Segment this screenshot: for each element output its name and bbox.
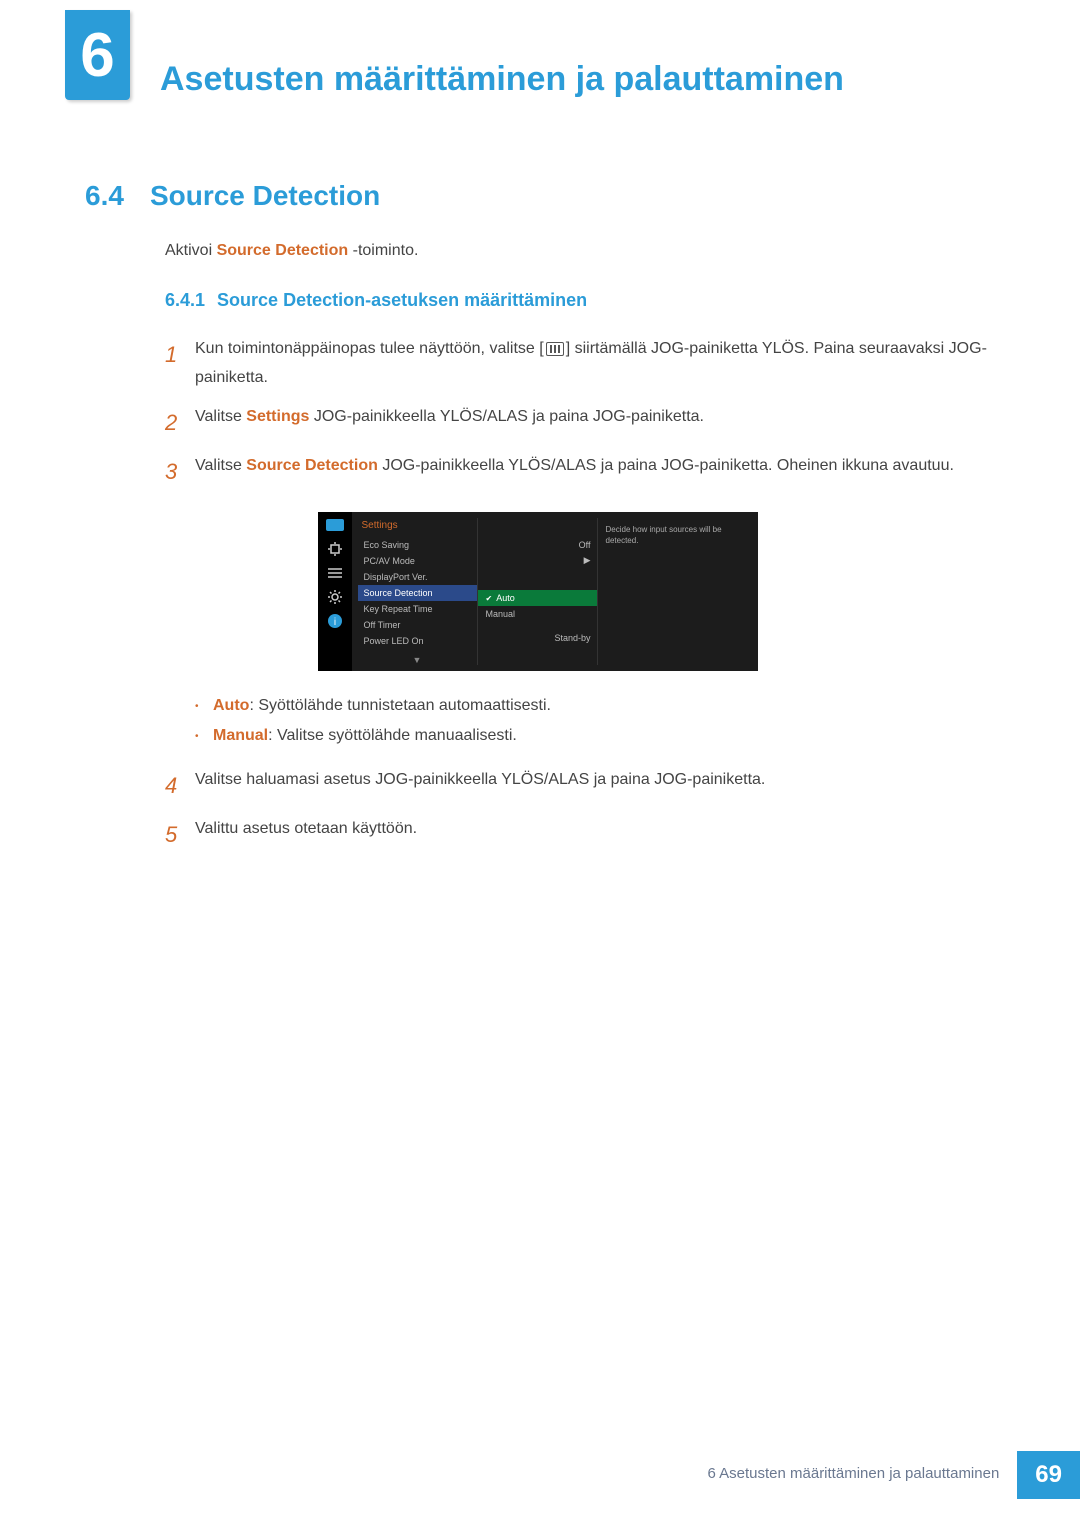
- step-highlight: Settings: [246, 408, 309, 425]
- steps-list: 1 Kun toimintonäppäinopas tulee näyttöön…: [165, 335, 1010, 492]
- subsection-heading: 6.4.1 Source Detection-asetuksen määrittä…: [165, 290, 1010, 311]
- footer-chapter-ref: 6 Asetusten määrittäminen ja palauttamin…: [689, 1451, 1017, 1499]
- step-body: Valitse Settings JOG-painikkeella YLÖS/A…: [195, 403, 1010, 443]
- chevron-down-icon: ▼: [358, 649, 477, 665]
- page-number: 69: [1017, 1451, 1080, 1499]
- step-highlight: Source Detection: [246, 457, 378, 474]
- osd-title: Settings: [358, 518, 477, 537]
- osd-value-led: Stand-by: [554, 633, 590, 649]
- intro-prefix: Aktivoi: [165, 242, 217, 259]
- step-number: 4: [165, 766, 195, 806]
- osd-screenshot: i Settings Eco Saving PC/AV Mode Display…: [65, 512, 1010, 671]
- step-text: Kun toimintonäppäinopas tulee näyttöön, …: [195, 340, 544, 357]
- step-number: 1: [165, 335, 195, 393]
- chapter-header: 6 Asetusten määrittäminen ja palauttamin…: [65, 20, 1010, 100]
- step-text: Valitse: [195, 408, 246, 425]
- intro-suffix: -toiminto.: [348, 242, 418, 259]
- section-title: Source Detection: [150, 180, 380, 211]
- osd-sidebar: i: [318, 512, 352, 671]
- bullet-label: Manual: [213, 727, 268, 744]
- info-icon: i: [326, 614, 344, 628]
- resize-icon: [326, 542, 344, 556]
- section-number: 6.4: [85, 180, 124, 211]
- step-text: JOG-painikkeella YLÖS/ALAS ja paina JOG-…: [378, 457, 954, 474]
- step-text: JOG-painikkeella YLÖS/ALAS ja paina JOG-…: [309, 408, 704, 425]
- step-1: 1 Kun toimintonäppäinopas tulee näyttöön…: [165, 335, 1010, 393]
- step-body: Valittu asetus otetaan käyttöön.: [195, 815, 1010, 855]
- osd-item-dp: DisplayPort Ver.: [358, 569, 477, 585]
- chapter-title: Asetusten määrittäminen ja palauttaminen: [160, 30, 844, 99]
- section-heading: 6.4 Source Detection: [85, 180, 1010, 212]
- step-3: 3 Valitse Source Detection JOG-painikkee…: [165, 452, 1010, 492]
- step-5: 5 Valittu asetus otetaan käyttöön.: [165, 815, 1010, 855]
- step-body: Valitse Source Detection JOG-painikkeell…: [195, 452, 1010, 492]
- step-4: 4 Valitse haluamasi asetus JOG-painikkee…: [165, 766, 1010, 806]
- step-number: 3: [165, 452, 195, 492]
- step-body: Valitse haluamasi asetus JOG-painikkeell…: [195, 766, 1010, 806]
- osd-item-source-detection: Source Detection: [358, 585, 477, 601]
- section-intro: Aktivoi Source Detection -toiminto.: [165, 242, 1010, 260]
- osd-value-pcav: ▶: [554, 555, 590, 571]
- osd-value-column: Off ▶ Stand-by: [554, 540, 590, 649]
- bullet-label: Auto: [213, 697, 249, 714]
- bullet-text: : Syöttölähde tunnistetaan automaattises…: [249, 697, 551, 714]
- monitor-icon: [326, 518, 344, 532]
- bullet-manual: Manual: Valitse syöttölähde manuaalisest…: [195, 721, 1010, 751]
- page-footer: 6 Asetusten määrittäminen ja palauttamin…: [689, 1451, 1080, 1499]
- osd-value-eco: Off: [554, 540, 590, 556]
- osd-item-offtimer: Off Timer: [358, 617, 477, 633]
- osd-item-led: Power LED On: [358, 633, 477, 649]
- osd-menu-column: Settings Eco Saving PC/AV Mode DisplayPo…: [358, 518, 478, 665]
- svg-text:i: i: [333, 617, 335, 628]
- step-2: 2 Valitse Settings JOG-painikkeella YLÖS…: [165, 403, 1010, 443]
- subsection-title: Source Detection-asetuksen määrittäminen: [217, 290, 587, 310]
- gear-icon: [326, 590, 344, 604]
- osd-item-eco: Eco Saving: [358, 537, 477, 553]
- bullet-auto: Auto: Syöttölähde tunnistetaan automaatt…: [195, 691, 1010, 721]
- steps-list-cont: 4 Valitse haluamasi asetus JOG-painikkee…: [165, 766, 1010, 855]
- subsection-number: 6.4.1: [165, 290, 205, 310]
- step-text: Valitse: [195, 457, 246, 474]
- osd-item-pcav: PC/AV Mode: [358, 553, 477, 569]
- osd-options-column: Off ▶ Stand-by Auto Manual: [478, 518, 598, 665]
- osd-help-text: Decide how input sources will be detecte…: [598, 518, 758, 665]
- menu-icon: [546, 342, 564, 356]
- step-body: Kun toimintonäppäinopas tulee näyttöön, …: [195, 335, 1010, 393]
- step-number: 5: [165, 815, 195, 855]
- chapter-number-tab: 6: [65, 10, 130, 100]
- bullet-text: : Valitse syöttölähde manuaalisesti.: [268, 727, 517, 744]
- step-number: 2: [165, 403, 195, 443]
- list-icon: [326, 566, 344, 580]
- intro-highlight: Source Detection: [217, 242, 349, 259]
- option-descriptions: Auto: Syöttölähde tunnistetaan automaatt…: [195, 691, 1010, 752]
- osd-item-key: Key Repeat Time: [358, 601, 477, 617]
